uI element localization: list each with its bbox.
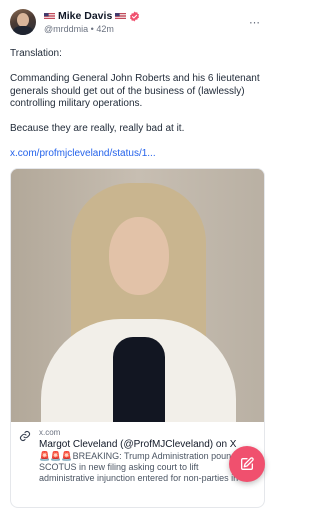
post-body: Translation: Commanding General John Rob…	[10, 48, 265, 161]
link-icon	[19, 430, 31, 442]
name-line: Mike Davis	[44, 10, 247, 23]
author-handle[interactable]: @mrddmia	[44, 24, 88, 34]
post-paragraph: Commanding General John Roberts and his …	[10, 73, 260, 109]
link-preview-footer: x.com Margot Cleveland (@ProfMJCleveland…	[11, 422, 264, 484]
post-link[interactable]: x.com/profmjcleveland/status/1...	[10, 148, 156, 159]
link-description: 🚨🚨🚨BREAKING: Trump Administration pounds…	[39, 451, 253, 483]
author-identity: Mike Davis @mrddmia • 42m	[44, 10, 247, 35]
link-preview-card[interactable]: x.com Margot Cleveland (@ProfMJCleveland…	[10, 168, 265, 508]
link-domain: x.com	[39, 428, 61, 437]
compose-button[interactable]	[229, 446, 265, 482]
post-time[interactable]: 42m	[96, 24, 114, 34]
link-preview-image[interactable]	[11, 169, 264, 422]
meta-separator: •	[90, 23, 94, 34]
verified-badge-icon	[130, 10, 140, 22]
avatar[interactable]	[10, 9, 36, 35]
post-header: Mike Davis @mrddmia • 42m ⋯	[10, 6, 265, 38]
post-paragraph: Translation:	[10, 48, 62, 59]
link-title[interactable]: Margot Cleveland (@ProfMJCleveland) on X	[39, 438, 256, 451]
post-paragraph: Because they are really, really bad at i…	[10, 123, 185, 134]
post-meta: @mrddmia • 42m	[44, 23, 247, 35]
more-options-icon[interactable]: ⋯	[247, 16, 263, 29]
us-flag-icon	[115, 13, 127, 19]
us-flag-icon	[44, 13, 55, 19]
compose-icon	[241, 457, 254, 470]
author-name[interactable]: Mike Davis	[58, 10, 112, 23]
